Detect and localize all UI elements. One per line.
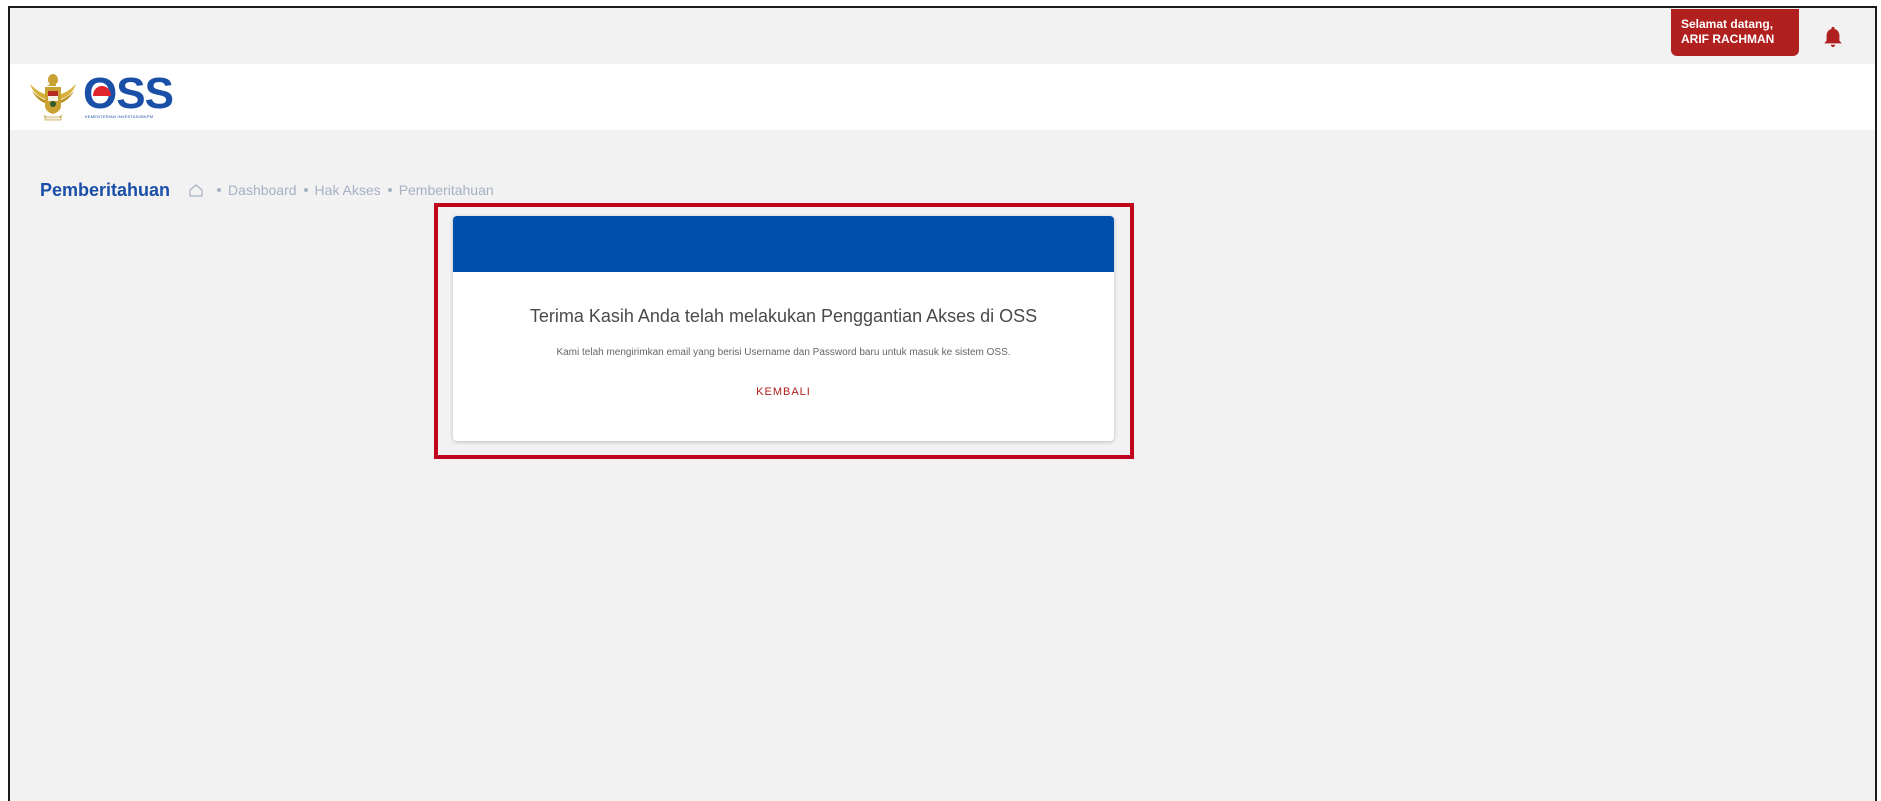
breadcrumb: Dashboard Hak Akses Pemberitahuan	[188, 182, 494, 198]
user-name: ARIF RACHMAN	[1681, 32, 1775, 46]
breadcrumb-pemberitahuan[interactable]: Pemberitahuan	[399, 182, 494, 198]
site-header: OSS KEMENTERIAN INVESTASI/BKPM	[10, 64, 1875, 130]
page-title: Pemberitahuan	[40, 179, 171, 200]
breadcrumb-separator	[303, 188, 308, 192]
card-title: Terima Kasih Anda telah melakukan Pengga…	[529, 306, 1038, 326]
card-header	[453, 216, 1114, 272]
home-icon[interactable]	[188, 183, 204, 197]
back-button[interactable]: KEMBALI	[746, 380, 821, 404]
breadcrumb-separator	[387, 188, 392, 192]
greeting-label: Selamat datang,	[1681, 17, 1774, 31]
top-bar: Selamat datang, ARIF RACHMAN	[10, 8, 1875, 64]
breadcrumb-dashboard[interactable]: Dashboard	[228, 182, 297, 198]
breadcrumb-hak-akses[interactable]: Hak Akses	[315, 182, 381, 198]
page-heading: Pemberitahuan Dashboard Hak Akses Pember…	[40, 178, 494, 202]
oss-logo-red-arc	[93, 86, 111, 96]
notification-card: Terima Kasih Anda telah melakukan Pengga…	[453, 216, 1114, 441]
garuda-emblem-icon	[30, 74, 76, 121]
card-message: Kami telah mengirimkan email yang berisi…	[556, 347, 1011, 358]
oss-logo[interactable]: OSS KEMENTERIAN INVESTASI/BKPM	[83, 70, 223, 120]
breadcrumb-separator	[217, 188, 222, 192]
bell-icon[interactable]	[1822, 24, 1844, 50]
oss-logo-subtitle: KEMENTERIAN INVESTASI/BKPM	[85, 114, 154, 119]
app-window: Selamat datang, ARIF RACHMAN OSS KEMENTE…	[8, 6, 1877, 801]
user-greeting-badge[interactable]: Selamat datang, ARIF RACHMAN	[1671, 9, 1799, 56]
